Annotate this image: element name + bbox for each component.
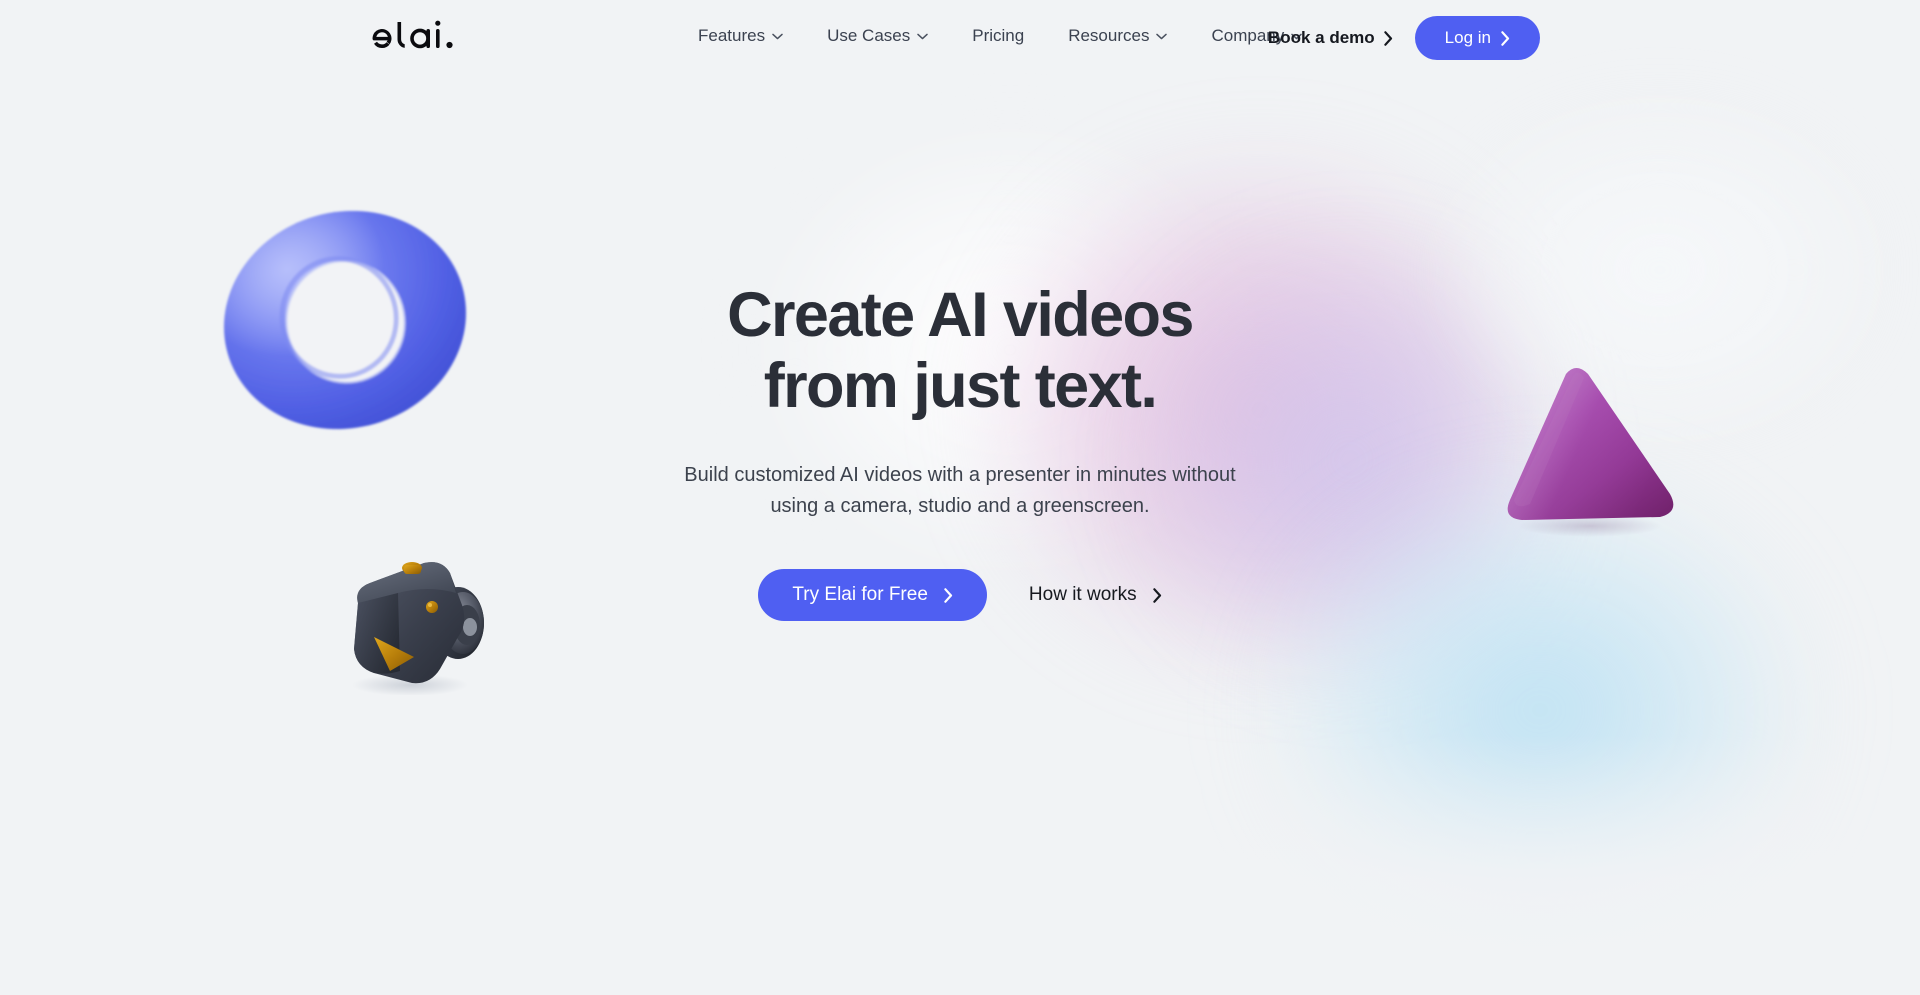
try-elai-for-free-button[interactable]: Try Elai for Free (758, 569, 987, 622)
nav-item-label: Pricing (972, 26, 1025, 45)
hero-subtitle-line-1: Build customized AI videos with a presen… (684, 464, 1236, 487)
hero-cta-group: Try Elai for Free How it works (510, 569, 1410, 622)
login-label: Log in (1444, 28, 1491, 47)
hero-section: Create AI videos from just text. Build c… (0, 0, 1920, 995)
try-elai-for-free-label: Try Elai for Free (792, 584, 928, 606)
how-it-works-label: How it works (1028, 584, 1137, 606)
book-a-demo-link[interactable]: Book a demo (1268, 28, 1393, 48)
hero-content: Create AI videos from just text. Build c… (510, 280, 1410, 622)
nav-item-label: Use Cases (827, 26, 911, 45)
hero-title-line-2: from just text. (763, 351, 1158, 422)
main-navigation: Features Use Cases Pricing Resources Com… (676, 26, 1324, 46)
chevron-right-icon (1383, 30, 1392, 46)
nav-item-label: Resources (1068, 26, 1150, 45)
chevron-right-icon (1501, 30, 1510, 46)
site-header: Features Use Cases Pricing Resources Com… (0, 0, 1920, 75)
hero-title-line-1: Create AI videos (727, 280, 1194, 350)
chevron-right-icon (1152, 587, 1161, 603)
brand-logo[interactable] (370, 18, 458, 54)
nav-item-pricing[interactable]: Pricing (950, 26, 1046, 46)
nav-item-use-cases[interactable]: Use Cases (805, 26, 950, 46)
hero-subtitle: Build customized AI videos with a presen… (510, 460, 1410, 521)
nav-item-features[interactable]: Features (676, 26, 805, 46)
how-it-works-link[interactable]: How it works (1029, 584, 1162, 606)
chevron-down-icon (1156, 33, 1168, 39)
chevron-right-icon (944, 587, 953, 603)
chevron-down-icon (772, 33, 783, 39)
header-actions: Book a demo Log in (1268, 16, 1540, 60)
page-title: Create AI videos from just text. (510, 280, 1410, 422)
nav-item-resources[interactable]: Resources (1046, 26, 1189, 46)
login-button[interactable]: Log in (1414, 16, 1540, 60)
chevron-down-icon (917, 33, 928, 39)
hero-subtitle-line-2: using a camera, studio and a greenscreen… (770, 494, 1150, 517)
book-a-demo-label: Book a demo (1267, 28, 1375, 47)
nav-item-label: Features (698, 26, 766, 45)
elai-wordmark-logo (372, 20, 453, 49)
